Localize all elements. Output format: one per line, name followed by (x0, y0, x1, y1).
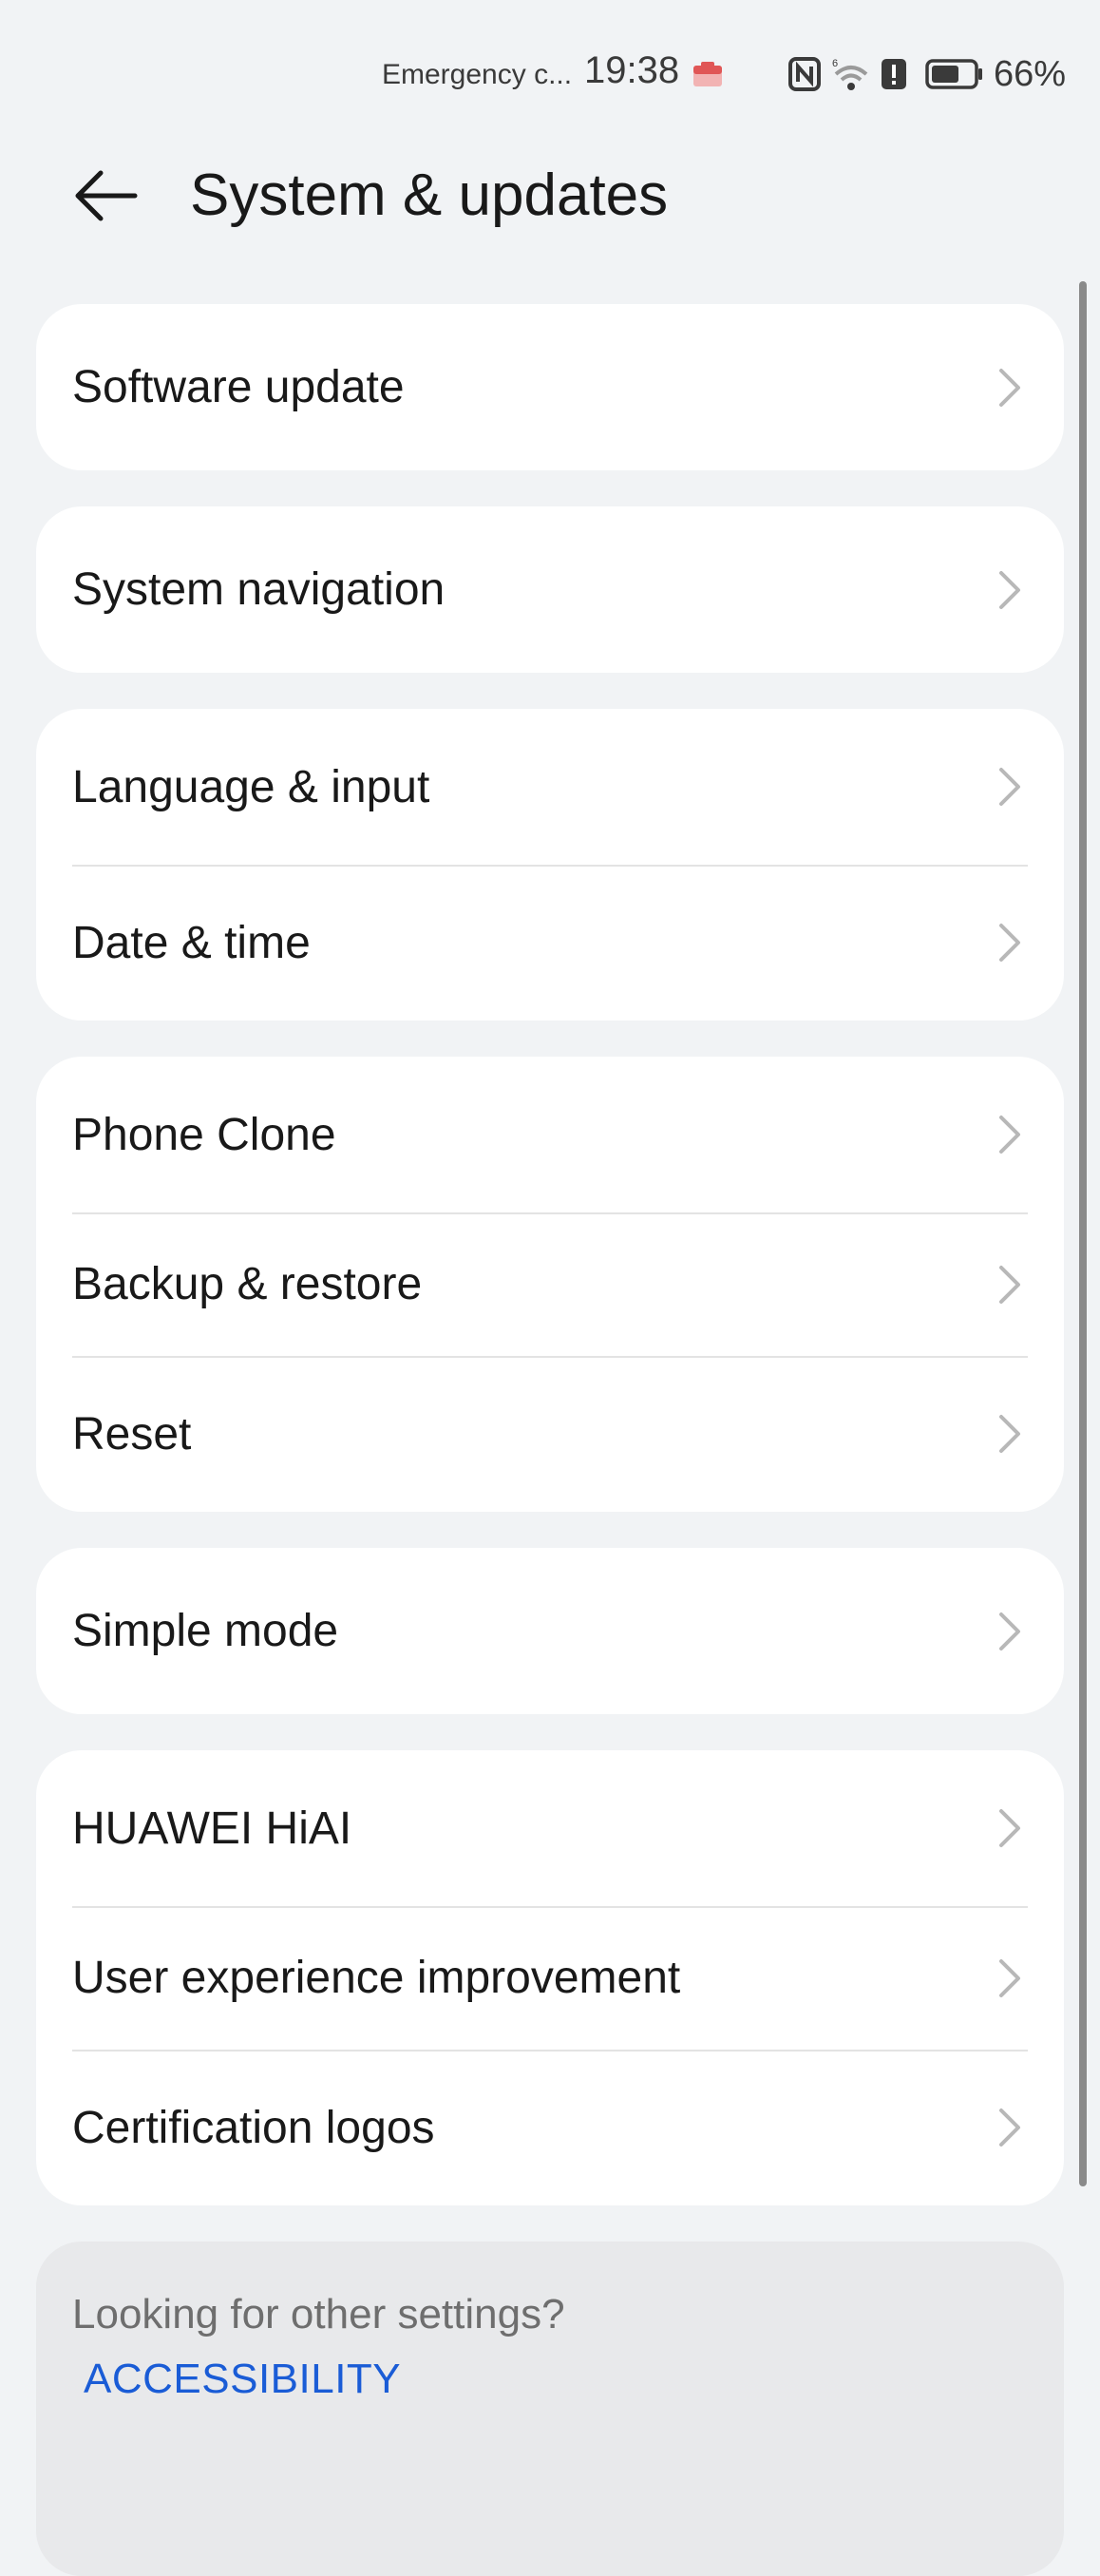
menu-item-huawei-hiai[interactable]: HUAWEI HiAI (36, 1750, 1064, 1906)
battery-percent: 66% (994, 53, 1067, 94)
accessibility-link[interactable]: ACCESSIBILITY (72, 2356, 1028, 2403)
chevron-right-icon (999, 768, 1020, 806)
menu-item-label: Software update (72, 362, 405, 412)
menu-item-user-experience-improvement[interactable]: User experience improvement (36, 1906, 1064, 2050)
header: System & updates (0, 143, 1100, 253)
menu-item-language-input[interactable]: Language & input (36, 709, 1064, 865)
alert-icon (880, 57, 908, 91)
settings-group: Software update (36, 304, 1064, 470)
back-button[interactable] (61, 163, 152, 232)
status-bar: Emergency c... 19:38 6 66% (0, 0, 1100, 152)
back-arrow-icon (72, 167, 141, 229)
chevron-right-icon (999, 1809, 1020, 1847)
menu-item-date-time[interactable]: Date & time (36, 865, 1064, 1021)
chevron-right-icon (999, 2109, 1020, 2147)
settings-list: Software update System navigation Langua… (36, 304, 1064, 2576)
nfc-icon (788, 57, 821, 91)
status-icons: 6 66% (788, 53, 1067, 94)
menu-item-label: HUAWEI HiAI (72, 1803, 352, 1854)
notification-app-icon (692, 60, 724, 88)
chevron-right-icon (999, 1415, 1020, 1453)
menu-item-label: Certification logos (72, 2102, 435, 2153)
svg-text:6: 6 (832, 58, 838, 69)
wifi-icon: 6 (832, 57, 870, 91)
menu-item-label: Language & input (72, 761, 430, 812)
settings-group: HUAWEI HiAI User experience improvement … (36, 1750, 1064, 2205)
chevron-right-icon (999, 1612, 1020, 1651)
menu-item-certification-logos[interactable]: Certification logos (36, 2050, 1064, 2205)
menu-item-simple-mode[interactable]: Simple mode (36, 1548, 1064, 1714)
status-time: 19:38 (584, 49, 680, 91)
menu-item-label: Phone Clone (72, 1109, 336, 1160)
chevron-right-icon (999, 924, 1020, 962)
menu-item-label: User experience improvement (72, 1953, 681, 2003)
menu-item-label: Date & time (72, 917, 311, 968)
settings-group: Language & input Date & time (36, 709, 1064, 1021)
menu-item-reset[interactable]: Reset (36, 1356, 1064, 1512)
menu-item-label: Backup & restore (72, 1259, 423, 1309)
chevron-right-icon (999, 368, 1020, 407)
chevron-right-icon (999, 570, 1020, 609)
chevron-right-icon (999, 1958, 1020, 1997)
settings-group: Simple mode (36, 1548, 1064, 1714)
status-carrier-text: Emergency c... (382, 59, 573, 90)
battery-icon (925, 58, 984, 90)
menu-item-software-update[interactable]: Software update (36, 304, 1064, 470)
menu-item-backup-restore[interactable]: Backup & restore (36, 1212, 1064, 1356)
other-settings-title: Looking for other settings? (72, 2291, 565, 2337)
menu-item-label: Simple mode (72, 1606, 339, 1656)
menu-item-phone-clone[interactable]: Phone Clone (36, 1057, 1064, 1212)
menu-item-system-navigation[interactable]: System navigation (36, 506, 1064, 673)
page-title: System & updates (190, 162, 669, 228)
settings-group: Phone Clone Backup & restore Reset (36, 1057, 1064, 1512)
menu-item-label: Reset (72, 1408, 192, 1460)
scrollbar[interactable] (1079, 281, 1087, 2186)
menu-item-label: System navigation (72, 564, 446, 615)
chevron-right-icon (999, 1265, 1020, 1304)
other-settings-card: Looking for other settings? ACCESSIBILIT… (36, 2242, 1064, 2576)
chevron-right-icon (999, 1116, 1020, 1154)
settings-group: System navigation (36, 506, 1064, 673)
